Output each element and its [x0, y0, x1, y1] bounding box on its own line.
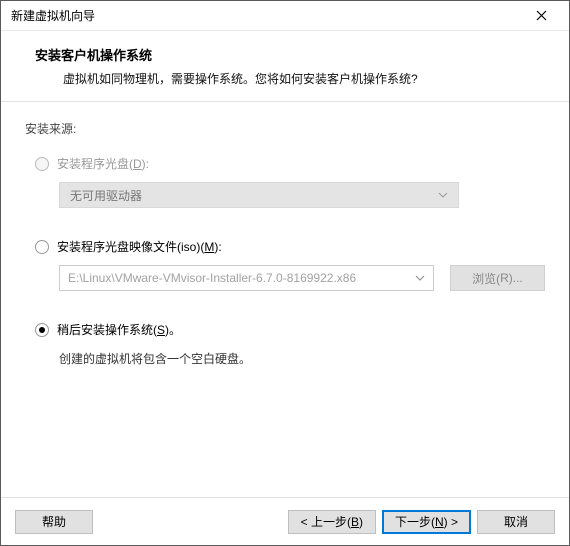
- chevron-down-icon: [438, 192, 448, 198]
- wizard-content: 安装来源: 安装程序光盘(D): 无可用驱动器 安装程序光盘映像文件(iso)(…: [1, 102, 569, 497]
- wizard-footer: 帮助 < 上一步(B) 下一步(N) > 取消: [1, 497, 569, 545]
- radio-icon[interactable]: [35, 240, 49, 254]
- radio-icon[interactable]: [35, 323, 49, 337]
- page-description: 虚拟机如同物理机，需要操作系统。您将如何安装客户机操作系统?: [35, 70, 543, 87]
- chevron-down-icon[interactable]: [415, 275, 425, 281]
- option-disc: 安装程序光盘(D):: [25, 155, 545, 172]
- option-iso-label: 安装程序光盘映像文件(iso)(M):: [57, 238, 222, 255]
- iso-path-input[interactable]: E:\Linux\VMware-VMvisor-Installer-6.7.0-…: [59, 265, 434, 291]
- titlebar: 新建虚拟机向导: [1, 1, 569, 31]
- install-source-label: 安装来源:: [25, 120, 545, 137]
- help-button[interactable]: 帮助: [15, 510, 93, 534]
- wizard-header: 安装客户机操作系统 虚拟机如同物理机，需要操作系统。您将如何安装客户机操作系统?: [1, 31, 569, 101]
- option-disc-label: 安装程序光盘(D):: [57, 155, 149, 172]
- window-title: 新建虚拟机向导: [11, 7, 521, 24]
- back-button[interactable]: < 上一步(B): [288, 510, 376, 534]
- cancel-button[interactable]: 取消: [477, 510, 555, 534]
- browse-button: 浏览(R)...: [450, 265, 545, 291]
- wizard-window: 新建虚拟机向导 安装客户机操作系统 虚拟机如同物理机，需要操作系统。您将如何安装…: [0, 0, 570, 546]
- radio-icon: [35, 157, 49, 171]
- option-later-hint: 创建的虚拟机将包含一个空白硬盘。: [59, 350, 545, 367]
- iso-input-row: E:\Linux\VMware-VMvisor-Installer-6.7.0-…: [59, 265, 545, 291]
- iso-path-value: E:\Linux\VMware-VMvisor-Installer-6.7.0-…: [68, 271, 356, 285]
- disc-dropdown: 无可用驱动器: [59, 182, 459, 208]
- option-iso[interactable]: 安装程序光盘映像文件(iso)(M):: [25, 238, 545, 255]
- option-later-label: 稍后安装操作系统(S)。: [57, 321, 181, 338]
- page-title: 安装客户机操作系统: [35, 45, 543, 64]
- disc-dropdown-value: 无可用驱动器: [70, 187, 142, 204]
- option-later[interactable]: 稍后安装操作系统(S)。: [25, 321, 545, 338]
- close-icon[interactable]: [521, 2, 561, 30]
- next-button[interactable]: 下一步(N) >: [382, 510, 471, 534]
